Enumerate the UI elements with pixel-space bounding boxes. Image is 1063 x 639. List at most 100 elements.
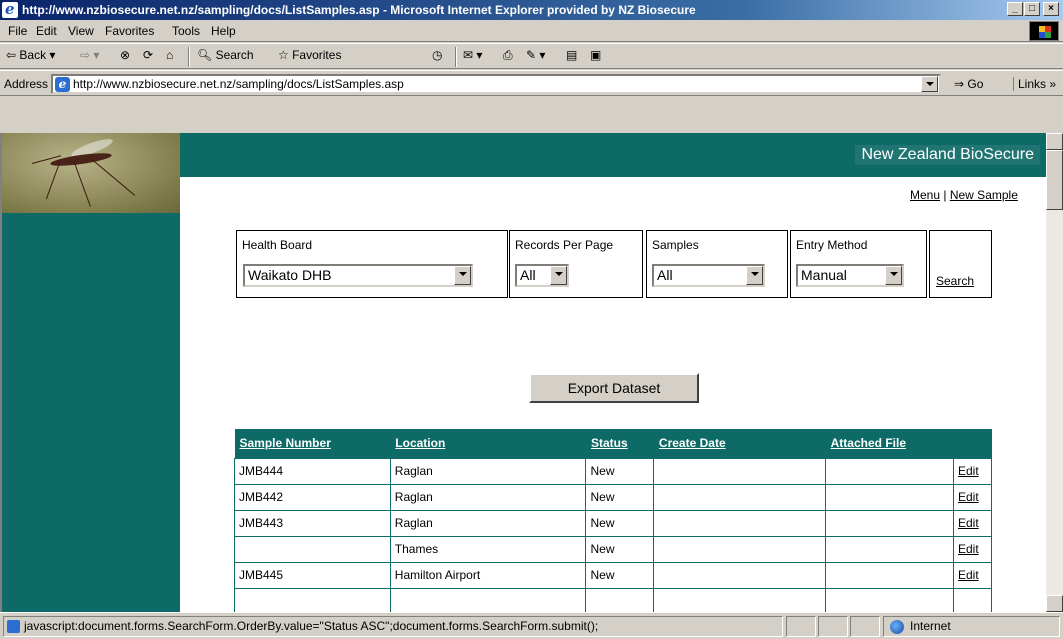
header-create-date[interactable]: Create Date (653, 429, 826, 458)
search-label: Search (215, 48, 254, 62)
back-button[interactable]: ⇦ Back ▾ (6, 48, 55, 62)
close-button[interactable]: × (1043, 2, 1059, 16)
viewport-frame (0, 96, 1063, 133)
edit-link[interactable]: Edit (952, 457, 993, 485)
entry-method-select[interactable]: Manual (796, 264, 904, 287)
cell-status: New (585, 483, 655, 511)
refresh-icon[interactable]: ⟳ (143, 48, 153, 62)
samples-label: Samples (652, 238, 699, 252)
edit-link[interactable]: Edit (952, 509, 993, 537)
table-row: JMB442 Raglan New Edit (234, 483, 993, 511)
chevron-down-icon[interactable] (746, 266, 763, 285)
header-location[interactable]: Location (390, 429, 586, 458)
cell-file (825, 457, 954, 485)
scroll-thumb[interactable] (1046, 150, 1063, 210)
search-button[interactable]: 🔍︎ Search (197, 48, 254, 62)
address-url: http://www.nzbiosecure.net.nz/sampling/d… (73, 77, 404, 91)
menu-link[interactable]: Menu (910, 188, 940, 202)
edit-page-icon[interactable]: ✎ ▾ (526, 48, 545, 62)
top-links: Menu | New Sample (910, 188, 1018, 202)
chevron-down-icon[interactable] (550, 266, 567, 285)
menu-help[interactable]: Help (211, 24, 236, 38)
discuss-icon[interactable]: ▤ (566, 48, 577, 62)
mail-icon[interactable]: ✉ ▾ (463, 48, 482, 62)
minimize-button[interactable]: _ (1007, 2, 1023, 16)
scroll-up-button[interactable] (1046, 133, 1063, 150)
favorites-label: Favorites (292, 48, 342, 62)
cell-date (653, 535, 827, 563)
new-sample-link[interactable]: New Sample (950, 188, 1018, 202)
mosquito-image (2, 133, 180, 213)
page-icon: e (55, 77, 70, 92)
print-icon[interactable]: ⎙ (503, 48, 513, 63)
browser-window: http://www.nzbiosecure.net.nz/sampling/d… (0, 0, 1063, 639)
table-row-partial (234, 587, 993, 612)
cell-status: New (585, 457, 655, 485)
toolbar-separator (455, 47, 457, 67)
samples-cell: Samples All (646, 230, 788, 298)
menu-file[interactable]: File (8, 24, 27, 38)
address-label: Address (4, 77, 49, 91)
go-button[interactable]: ⇒ Go (954, 77, 983, 91)
menu-tools[interactable]: Tools (172, 24, 200, 38)
links-button[interactable]: Links » (1013, 77, 1056, 91)
maximize-button[interactable]: □ (1024, 2, 1040, 16)
health-board-select[interactable]: Waikato DHB (243, 264, 473, 287)
mosquito-leg (73, 161, 91, 207)
edit-link[interactable]: Edit (952, 483, 993, 511)
cell-sample: JMB444 (234, 457, 391, 485)
home-icon[interactable]: ⌂ (166, 48, 173, 62)
address-input[interactable]: e http://www.nzbiosecure.net.nz/sampling… (51, 74, 941, 94)
address-dropdown-button[interactable] (921, 76, 938, 92)
globe-icon (890, 620, 904, 634)
status-text-pane: javascript:document.forms.SearchForm.Ord… (3, 616, 783, 637)
table-row: Thames New Edit (234, 535, 993, 563)
edit-link[interactable]: Edit (952, 561, 993, 589)
history-icon[interactable]: ◷ (432, 48, 442, 62)
zone-label: Internet (910, 619, 951, 633)
messenger-icon[interactable]: ▣ (590, 48, 601, 62)
header-attached-file[interactable]: Attached File (825, 429, 954, 458)
cell-status: New (585, 509, 655, 537)
records-per-page-select[interactable]: All (515, 264, 569, 287)
cell-status: New (585, 535, 655, 563)
page-viewport: New Zealand BioSecure Menu | New Sample … (0, 133, 1046, 612)
cell-location: Raglan (389, 483, 587, 511)
favorites-button[interactable]: ☆ Favorites (278, 48, 341, 62)
ie-icon (2, 0, 18, 19)
stop-icon[interactable]: ⊗ (120, 48, 130, 62)
menu-favorites[interactable]: Favorites (105, 24, 154, 38)
table-row: JMB444 Raglan New Edit (234, 457, 993, 485)
cell-location: Raglan (389, 457, 587, 485)
chevron-down-icon[interactable] (454, 266, 471, 285)
header-action (953, 429, 992, 458)
search-link[interactable]: Search (936, 274, 974, 288)
forward-button[interactable]: ⇨ ▾ (80, 48, 99, 62)
address-bar: Address e http://www.nzbiosecure.net.nz/… (0, 70, 1063, 96)
chevron-down-icon[interactable] (885, 266, 902, 285)
vertical-scrollbar[interactable] (1046, 133, 1063, 612)
status-pane (818, 616, 848, 637)
menu-view[interactable]: View (68, 24, 94, 38)
security-zone: Internet (883, 616, 1060, 637)
menu-edit[interactable]: Edit (36, 24, 57, 38)
mosquito-leg (45, 161, 61, 200)
scroll-down-button[interactable] (1046, 595, 1063, 612)
left-sidebar (2, 133, 180, 612)
header-status[interactable]: Status (585, 429, 654, 458)
title-bar[interactable]: http://www.nzbiosecure.net.nz/sampling/d… (0, 0, 1063, 20)
export-dataset-button[interactable]: Export Dataset (529, 373, 699, 403)
back-label: Back (19, 48, 47, 62)
table-header-row: Sample Number Location Status Create Dat… (234, 429, 992, 458)
samples-select[interactable]: All (652, 264, 765, 287)
records-per-page-value: All (520, 267, 536, 283)
edit-link[interactable]: Edit (952, 535, 993, 563)
status-pane (786, 616, 816, 637)
records-per-page-cell: Records Per Page All (509, 230, 643, 298)
cell-location: Hamilton Airport (389, 561, 587, 589)
windows-logo-icon (1029, 21, 1059, 41)
header-sample-number[interactable]: Sample Number (234, 429, 391, 458)
records-per-page-label: Records Per Page (515, 238, 614, 252)
cell-sample: JMB443 (234, 509, 391, 537)
cell-date (653, 483, 827, 511)
